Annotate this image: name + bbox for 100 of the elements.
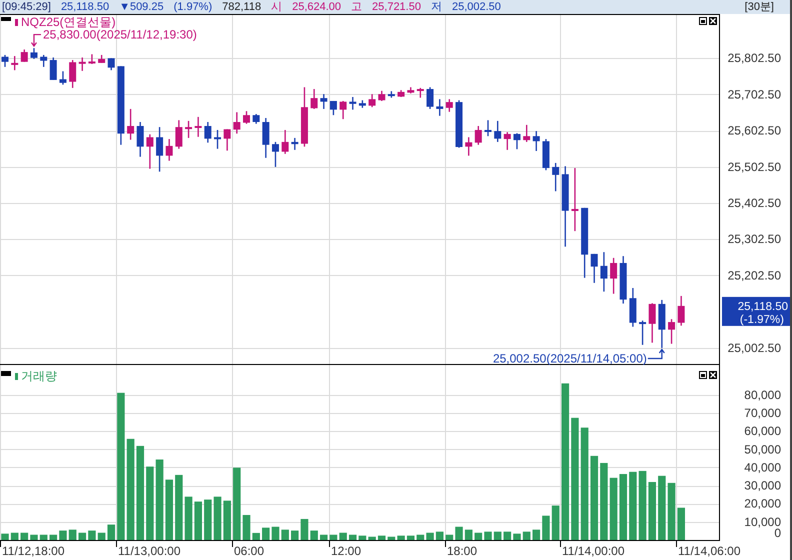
- quote-text: [09:45:29]: [2, 0, 51, 14]
- candlestick: [378, 90, 386, 101]
- candlestick: [446, 99, 453, 112]
- axis-label: 11/13,00:00: [118, 544, 181, 558]
- axis-label: 40,000: [744, 460, 781, 474]
- panel-handle-icon[interactable]: [1, 371, 11, 376]
- volume-bar: [619, 474, 628, 540]
- legend-label: 거래량: [21, 369, 57, 383]
- candlestick: [474, 126, 482, 145]
- panel-handle-icon[interactable]: [1, 17, 11, 21]
- candlestick: [668, 319, 676, 344]
- candlestick: [30, 48, 38, 59]
- volume-bar: [88, 530, 96, 540]
- quote-text: ▼509.25: [119, 0, 164, 14]
- candlestick: [426, 87, 434, 109]
- volume-bar: [175, 474, 183, 540]
- volume-bar: [59, 530, 67, 540]
- candlestick: [678, 296, 685, 326]
- volume-bar: [339, 532, 347, 540]
- volume-bar: [455, 526, 463, 540]
- quote-text: 저: [430, 0, 442, 14]
- axis-label: 25,402.50: [728, 196, 781, 210]
- quote-text: 25,721.50: [372, 0, 421, 14]
- volume-bar: [1, 534, 9, 540]
- quote-text: 25,002.50: [452, 0, 501, 14]
- axis-label: 10,000: [744, 514, 781, 529]
- candlestick: [194, 116, 202, 137]
- candlestick: [156, 127, 164, 172]
- legend-label: NQZ25(연결선물): [21, 15, 116, 29]
- candlestick: [11, 56, 18, 70]
- axis-label: 25,602.50: [728, 124, 781, 138]
- volume-bar: [10, 532, 18, 540]
- axis-label: 50,000: [744, 442, 781, 456]
- leader-line: [30, 34, 42, 48]
- candlestick: [436, 99, 444, 116]
- axis-label: 25,202.50: [728, 268, 781, 282]
- volume-bar: [281, 530, 289, 540]
- volume-bar: [30, 534, 38, 540]
- candlestick: [358, 100, 366, 108]
- axis-label: 06:00: [234, 544, 264, 558]
- volume-bar: [272, 526, 280, 540]
- candlestick: [224, 129, 231, 151]
- axis-label: 11/12,18:00: [2, 544, 65, 558]
- candlestick: [78, 58, 86, 71]
- candlestick: [600, 252, 608, 292]
- candlestick: [465, 137, 472, 156]
- axis-label: 11/14,06:00: [678, 544, 741, 558]
- close-button[interactable]: [709, 371, 717, 379]
- volume-bar: [397, 536, 405, 540]
- volume-bar: [204, 500, 212, 540]
- candlestick: [484, 120, 492, 136]
- close-button[interactable]: [709, 17, 717, 25]
- interval-label[interactable]: [30분]: [744, 0, 788, 14]
- candlestick: [504, 132, 511, 150]
- axis-label: 60,000: [744, 424, 781, 438]
- axis-label: 25,702.50: [728, 87, 781, 102]
- candlestick: [310, 89, 318, 109]
- volume-bar: [648, 482, 656, 540]
- maximize-button[interactable]: [699, 17, 707, 25]
- candlestick: [2, 54, 8, 67]
- candlestick: [272, 142, 279, 167]
- maximize-button[interactable]: [699, 371, 707, 379]
- volume-bar: [320, 534, 328, 540]
- axis-label: 11/14,00:00: [562, 544, 625, 558]
- legend-swatch-icon: [15, 373, 18, 380]
- volume-bar: [668, 482, 676, 540]
- last-change-label: (-1.97%): [740, 314, 784, 326]
- candlestick: [282, 130, 289, 154]
- volume-bar: [20, 532, 28, 540]
- last-price-tag: [722, 296, 790, 326]
- candlestick: [590, 254, 598, 283]
- volume-bar: [165, 480, 174, 540]
- volume-bar: [252, 532, 260, 540]
- axis-label: 12:00: [331, 544, 362, 558]
- candlestick: [639, 320, 646, 345]
- candlestick: [136, 122, 144, 157]
- candlestick: [185, 120, 192, 138]
- candlestick: [629, 288, 636, 327]
- axis-label: 18:00: [447, 544, 478, 558]
- candlestick: [166, 139, 173, 161]
- volume-bar: [107, 524, 116, 540]
- axis-label: 20,000: [744, 496, 781, 511]
- candlestick: [300, 87, 308, 147]
- quote-text: 고: [351, 0, 362, 14]
- volume-bar: [388, 536, 396, 540]
- volume-bar: [291, 530, 299, 540]
- volume-bar: [310, 530, 318, 540]
- volume-bar: [484, 532, 492, 540]
- candlestick: [523, 124, 530, 142]
- volume-bar: [214, 496, 222, 540]
- candlestick: [214, 130, 222, 149]
- volume-bar: [300, 518, 308, 540]
- axis-label: 30,000: [744, 478, 781, 493]
- axis-label: 70,000: [744, 406, 781, 420]
- volume-bar: [98, 532, 106, 540]
- volume-bar: [242, 514, 250, 540]
- candlestick: [50, 58, 57, 80]
- volume-bar: [68, 530, 76, 540]
- volume-bar: [223, 500, 231, 540]
- volume-bar: [638, 470, 646, 540]
